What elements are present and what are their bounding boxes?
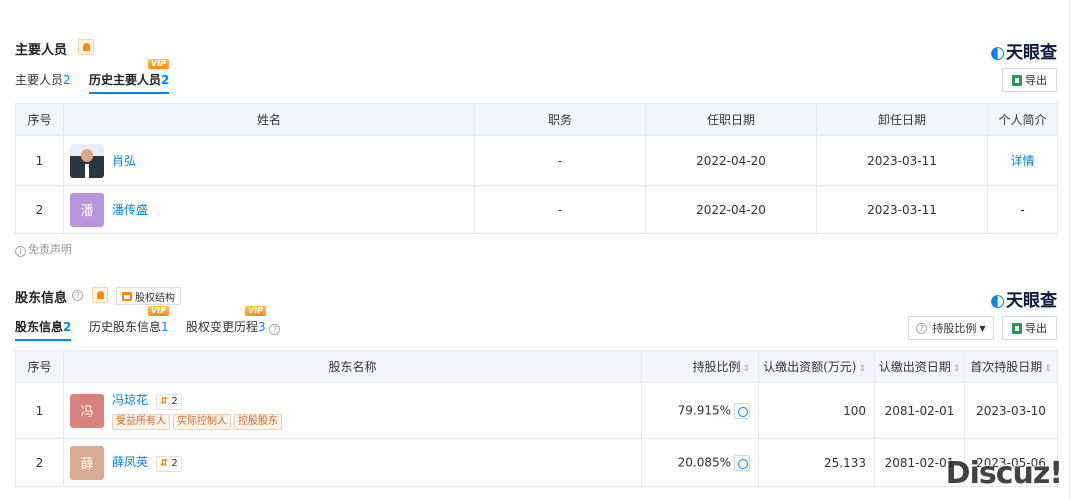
col-header-index: 序号	[15, 103, 64, 136]
info-icon: i	[15, 246, 26, 257]
col-header-position: 职务	[474, 103, 646, 136]
tab-history-personnel[interactable]: VIP 历史主要人员2	[89, 59, 170, 94]
col-header-ratio[interactable]: 持股比例 ⇕	[641, 350, 759, 383]
table-row: 2 潘 潘传盛 - 2022-04-20 2023-03-11 -	[15, 185, 1058, 234]
table-header-row: 序号 姓名 职务 任职日期 卸任日期 个人简介	[15, 103, 1058, 136]
help-icon[interactable]: ?	[72, 290, 83, 301]
vip-badge: VIP	[245, 306, 267, 316]
tag-beneficial-owner[interactable]: 受益所有人	[112, 414, 170, 430]
col-header-name: 姓名	[63, 103, 475, 136]
export-button[interactable]: 导出	[1002, 68, 1057, 92]
sort-icon: ⇕	[858, 364, 866, 374]
col-header-first-date[interactable]: 首次持股日期 ⇕	[964, 350, 1058, 383]
equity-chart-icon[interactable]	[734, 454, 750, 471]
chevron-down-icon: ▼	[979, 323, 986, 333]
equity-structure-button[interactable]: 股权结构	[116, 287, 181, 305]
col-header-shareholder: 股东名称	[63, 350, 642, 383]
avatar[interactable]: 冯	[70, 393, 104, 428]
col-header-subscribe-date[interactable]: 认缴出资日期 ⇕	[874, 350, 965, 383]
related-count-badge[interactable]: ⇵ 2	[155, 394, 182, 410]
help-icon[interactable]: ?	[269, 324, 281, 335]
table-header-row: 序号 股东名称 持股比例 ⇕ 认缴出资额(万元) ⇕ 认缴出资日期 ⇕ 首次持股日期 ⇕	[15, 350, 1058, 383]
avatar[interactable]: 潘	[70, 192, 104, 227]
tab-shareholders[interactable]: 股东信息2	[15, 318, 72, 341]
vip-badge: VIP	[148, 306, 170, 316]
col-header-amount[interactable]: 认缴出资额(万元) ⇕	[758, 350, 875, 383]
tianyancha-logo: ◐天眼查	[990, 43, 1057, 63]
holding-ratio-dropdown[interactable]: ? 持股比例 ▼	[908, 316, 994, 340]
shareholder-name-link[interactable]: 冯琼花	[112, 393, 148, 407]
tianyancha-logo: ◐天眼查	[990, 291, 1057, 311]
shareholder-section-title: 股东信息	[15, 291, 68, 306]
sort-icon: ⇕	[952, 364, 961, 374]
personnel-section-title: 主要人员	[15, 43, 68, 58]
excel-icon	[1012, 74, 1022, 86]
col-header-start-date: 任职日期	[645, 103, 817, 136]
info-icon: ?	[916, 322, 928, 334]
col-header-bio: 个人简介	[987, 103, 1058, 136]
relation-icon: ⇵	[159, 458, 169, 469]
related-count-badge[interactable]: ⇵ 2	[155, 456, 182, 472]
sort-icon: ⇕	[1044, 364, 1052, 374]
watermark: Discuz!	[945, 456, 1063, 491]
shareholder-name-link[interactable]: 薛凤英	[112, 455, 148, 469]
bell-icon[interactable]	[78, 39, 94, 55]
bell-icon[interactable]	[92, 287, 108, 303]
content-panel: 主要人员 ◐天眼查 主要人员2 VIP 历史主要人员2 导出 序号 姓名 职务 …	[0, 0, 1070, 499]
avatar[interactable]	[70, 143, 104, 178]
equity-chart-icon[interactable]	[734, 402, 750, 419]
col-header-end-date: 卸任日期	[816, 103, 988, 136]
tag-controlling-shareholder[interactable]: 控股股东	[234, 414, 282, 430]
export-button[interactable]: 导出	[1002, 316, 1057, 340]
table-row: 1 肖弘 - 2022-04-20 2023-03-11 详情	[15, 135, 1058, 186]
logo-mark-icon: ◐	[990, 43, 1005, 63]
excel-icon	[1012, 322, 1022, 334]
relation-icon: ⇵	[159, 396, 169, 407]
table-row: 2 薛 薛凤英 ⇵ 2 20.085% 25.133 2081-02-01 20…	[15, 438, 1058, 487]
person-name-link[interactable]: 潘传盛	[112, 201, 148, 218]
structure-icon	[122, 291, 132, 301]
person-name-link[interactable]: 肖弘	[112, 152, 136, 169]
tab-main-personnel[interactable]: 主要人员2	[15, 71, 71, 88]
bio-detail-link[interactable]: 详情	[987, 135, 1058, 186]
shareholder-table: 序号 股东名称 持股比例 ⇕ 认缴出资额(万元) ⇕ 认缴出资日期 ⇕ 首次持股日期 ⇕…	[15, 350, 1058, 487]
sort-icon: ⇕	[742, 364, 750, 374]
personnel-table: 序号 姓名 职务 任职日期 卸任日期 个人简介 1 肖弘 - 2022-04-2…	[15, 103, 1058, 234]
logo-mark-icon: ◐	[990, 291, 1005, 311]
disclaimer-link[interactable]: i 免责声明	[15, 241, 72, 257]
tab-equity-changes[interactable]: VIP 股权变更历程3 ?	[186, 306, 282, 335]
tag-actual-controller[interactable]: 实际控制人	[173, 414, 231, 430]
tab-history-shareholders[interactable]: VIP 历史股东信息1	[89, 306, 170, 335]
table-row: 1 冯 冯琼花 ⇵ 2 受益所有人 实际控制人 控股股东 79.915% 100…	[15, 382, 1058, 439]
col-header-index: 序号	[15, 350, 64, 383]
avatar[interactable]: 薛	[70, 445, 104, 480]
vip-badge: VIP	[148, 59, 170, 69]
